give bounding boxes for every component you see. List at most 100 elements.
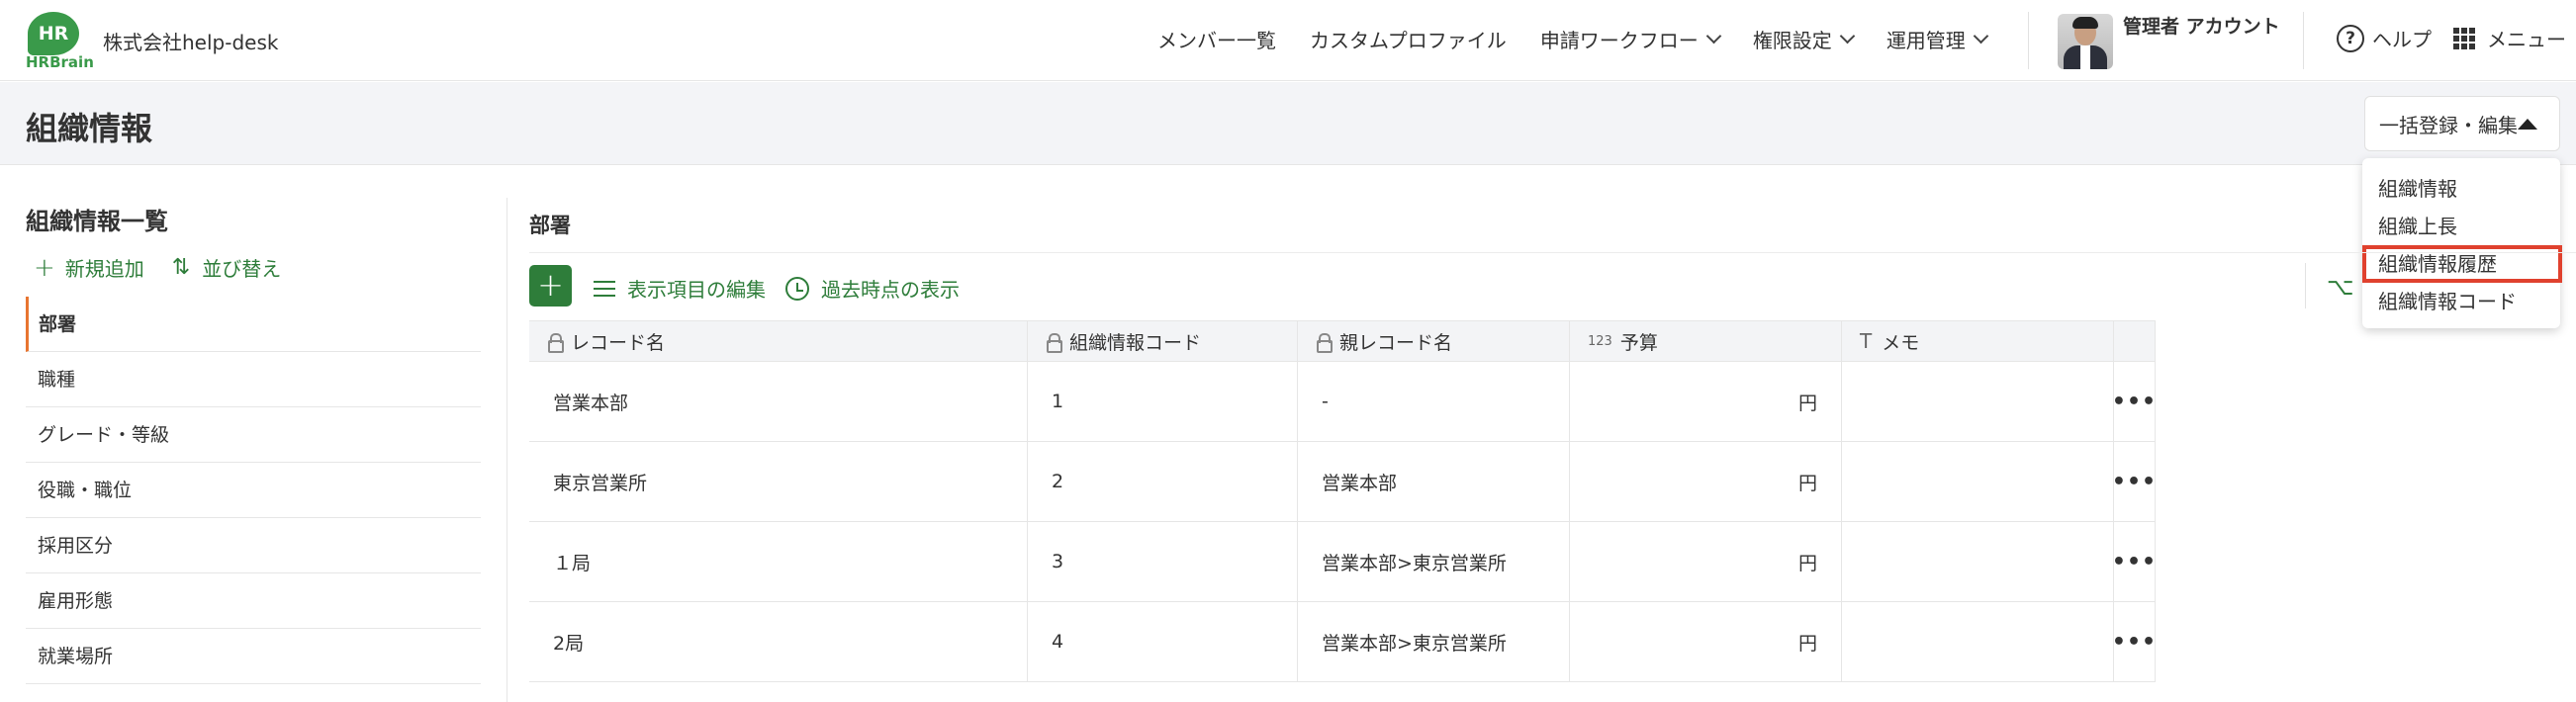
cell-parent-record: - — [1298, 362, 1570, 441]
toolbar-divider — [2305, 263, 2306, 308]
chevron-down-icon — [1839, 28, 1856, 44]
column-header-actions — [2114, 321, 2156, 361]
column-label: レコード名 — [571, 331, 666, 354]
text-icon: T — [1860, 329, 1873, 353]
dropdown-item-org-manager[interactable]: 組織上長 — [2362, 208, 2560, 245]
column-header-budget[interactable]: 123 予算 — [1570, 321, 1842, 361]
number-icon: 123 — [1588, 333, 1612, 349]
list-item[interactable]: 就業場所 — [26, 629, 481, 684]
table-header: レコード名 組織情報コード 親レコード名 123 予算 T メモ — [529, 320, 2156, 362]
cell-budget: 円 — [1570, 442, 1842, 521]
avatar-shirt — [2080, 45, 2090, 69]
more-icon[interactable]: ••• — [2112, 522, 2156, 601]
top-header: HR HRBrain 株式会社help-desk メンバー一覧 カスタムプロファ… — [0, 0, 2576, 81]
page-title: 組織情報 — [26, 110, 153, 147]
logo-mark: HR — [28, 12, 79, 55]
cell-memo — [1842, 522, 2114, 601]
cell-record-name: 2局 — [529, 602, 1028, 681]
menu-label: メニュー — [2487, 28, 2566, 51]
nav-permissions[interactable]: 権限設定 — [1752, 25, 1856, 53]
column-header-record-name[interactable]: レコード名 — [529, 321, 1028, 361]
department-table: レコード名 組織情報コード 親レコード名 123 予算 T メモ 営業本部 1 - … — [529, 320, 2156, 682]
logo-text: HRBrain — [26, 53, 94, 71]
lock-icon — [1316, 333, 1333, 353]
cell-org-code: 4 — [1028, 602, 1298, 681]
plus-icon: + — [34, 252, 55, 283]
list-item[interactable]: 雇用形態 — [26, 573, 481, 629]
past-view-label: 過去時点の表示 — [821, 278, 960, 302]
list-item[interactable]: グレード・等級 — [26, 407, 481, 463]
bulk-edit-label: 一括登録・編集 — [2379, 113, 2518, 137]
dropdown-item-org-history[interactable]: 組織情報履歴 — [2362, 245, 2562, 283]
bulk-edit-dropdown: 組織情報 組織上長 組織情報履歴 組織情報コード — [2362, 158, 2562, 328]
title-bar: 組織情報 一括登録・編集 — [0, 82, 2576, 165]
cell-memo — [1842, 602, 2114, 681]
cell-budget: 円 — [1570, 522, 1842, 601]
column-header-memo[interactable]: T メモ — [1842, 321, 2114, 361]
chevron-down-icon — [1705, 28, 1722, 44]
nav-label: メンバー一覧 — [1157, 29, 1276, 52]
more-icon[interactable]: ••• — [2112, 602, 2156, 681]
add-new-button[interactable]: + 新規追加 — [34, 253, 144, 282]
clock-icon — [785, 276, 809, 301]
column-label: 組織情報コード — [1069, 331, 1202, 354]
account-name[interactable]: 管理者 アカウント — [2123, 14, 2291, 40]
table-row[interactable]: 営業本部 1 - 円 ••• — [529, 362, 2156, 442]
table-row[interactable]: 2局 4 営業本部>東京営業所 円 ••• — [529, 602, 2156, 682]
lock-icon — [547, 333, 564, 353]
list-item[interactable]: 職種 — [26, 352, 481, 407]
more-icon[interactable]: ••• — [2112, 442, 2156, 521]
header-divider — [2028, 12, 2029, 69]
sort-icon: ⇅ — [171, 255, 191, 280]
add-record-button[interactable]: + — [529, 265, 572, 307]
nav-label: 申請ワークフロー — [1539, 29, 1699, 52]
nav-workflow[interactable]: 申請ワークフロー — [1539, 25, 1722, 53]
edit-columns-button[interactable]: 表示項目の編集 — [594, 274, 766, 303]
table-row[interactable]: 東京営業所 2 営業本部 円 ••• — [529, 442, 2156, 522]
cell-record-name: １局 — [529, 522, 1028, 601]
list-item[interactable]: 採用区分 — [26, 518, 481, 573]
cell-org-code: 2 — [1028, 442, 1298, 521]
list-icon — [594, 278, 615, 300]
dropdown-item-org-info[interactable]: 組織情報 — [2362, 170, 2560, 208]
header-divider — [2303, 12, 2304, 69]
help-link[interactable]: ? ヘルプ — [2337, 24, 2432, 52]
nav-custom-profile[interactable]: カスタムプロファイル — [1310, 25, 1507, 53]
cell-record-name: 営業本部 — [529, 362, 1028, 441]
add-new-label: 新規追加 — [64, 257, 144, 281]
table-row[interactable]: １局 3 営業本部>東京営業所 円 ••• — [529, 522, 2156, 602]
more-icon[interactable]: ••• — [2112, 362, 2156, 441]
company-name: 株式会社help-desk — [103, 31, 279, 54]
lock-icon — [1046, 333, 1062, 353]
nav-operations[interactable]: 運用管理 — [1886, 25, 1989, 53]
grid-icon — [2453, 27, 2475, 49]
cell-org-code: 1 — [1028, 362, 1298, 441]
main-nav: メンバー一覧 カスタムプロファイル 申請ワークフロー 権限設定 運用管理 — [1157, 25, 2020, 53]
section-divider — [529, 252, 2576, 253]
list-item[interactable]: 部署 — [26, 297, 481, 352]
list-item[interactable]: 役職・職位 — [26, 463, 481, 518]
nav-label: 権限設定 — [1752, 29, 1832, 52]
column-header-parent-record[interactable]: 親レコード名 — [1298, 321, 1570, 361]
panel-divider — [506, 198, 507, 702]
sort-label: 並び替え — [202, 257, 282, 281]
caret-up-icon — [2518, 119, 2537, 130]
dropdown-item-org-code[interactable]: 組織情報コード — [2362, 283, 2560, 320]
cell-budget: 円 — [1570, 602, 1842, 681]
tree-view-icon[interactable]: ⌥ — [2327, 273, 2354, 301]
avatar[interactable] — [2058, 14, 2113, 69]
avatar-hair — [2072, 17, 2098, 29]
cell-record-name: 東京営業所 — [529, 442, 1028, 521]
nav-label: カスタムプロファイル — [1310, 29, 1507, 52]
sort-button[interactable]: ⇅ 並び替え — [172, 253, 281, 282]
bulk-edit-button[interactable]: 一括登録・編集 — [2364, 96, 2560, 151]
hrbrain-logo[interactable]: HR HRBrain — [26, 12, 94, 71]
menu-button[interactable]: メニュー — [2453, 24, 2566, 52]
column-label: メモ — [1882, 331, 1920, 354]
cell-memo — [1842, 442, 2114, 521]
nav-member-list[interactable]: メンバー一覧 — [1157, 25, 1276, 53]
past-view-button[interactable]: 過去時点の表示 — [785, 274, 960, 303]
column-header-org-code[interactable]: 組織情報コード — [1028, 321, 1298, 361]
cell-parent-record: 営業本部 — [1298, 442, 1570, 521]
question-icon: ? — [2337, 24, 2364, 52]
